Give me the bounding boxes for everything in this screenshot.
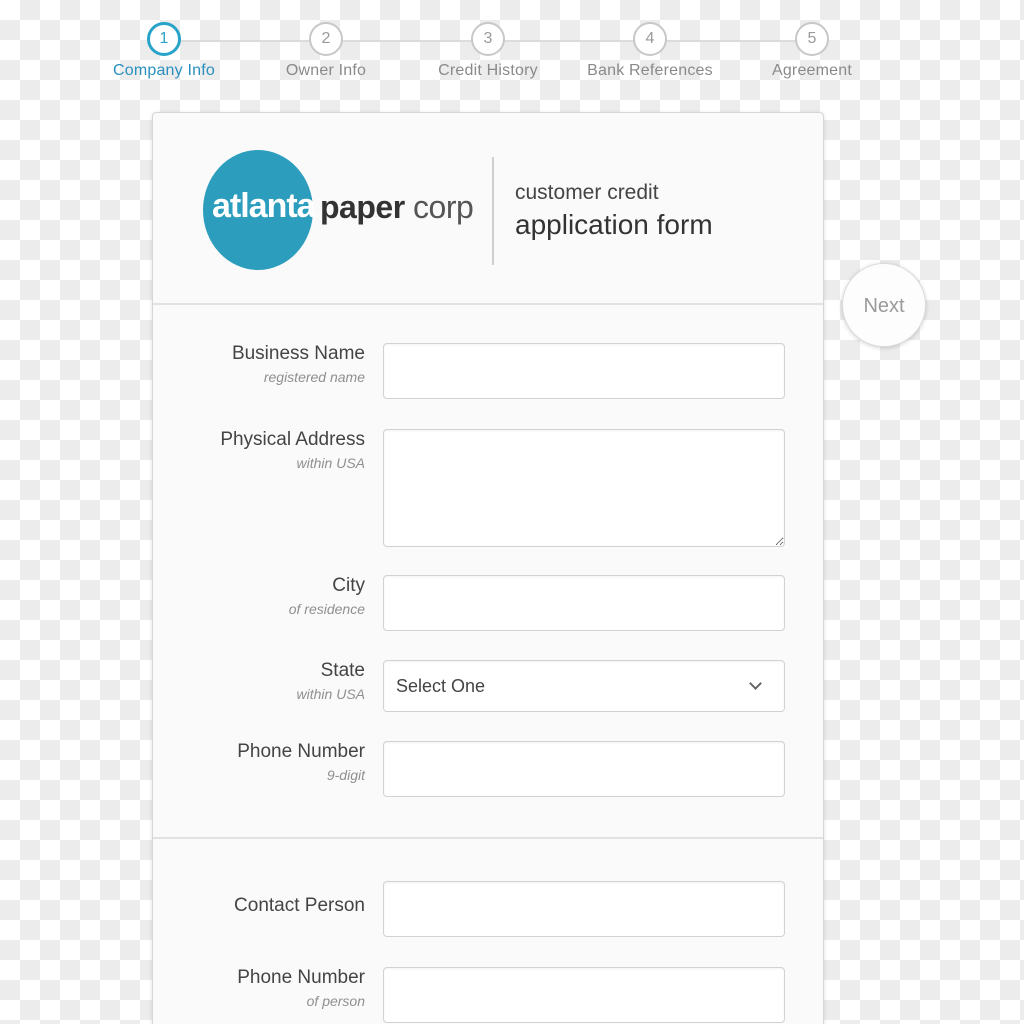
application-form-card: atlanta paper corp customer credit appli… — [152, 112, 824, 1024]
field-sublabel: of person — [306, 993, 365, 1009]
field-label: State — [320, 660, 365, 681]
logo-word-paper-corp: paper corp — [320, 189, 474, 226]
progress-stepper: 1 Company Info 2 Owner Info 3 Credit His… — [0, 0, 1024, 100]
field-label: Physical Address — [220, 429, 365, 450]
header-divider — [492, 157, 494, 265]
chevron-down-icon — [749, 677, 762, 690]
field-sublabel: of residence — [288, 601, 365, 617]
step-company-info[interactable]: 1 Company Info — [84, 22, 244, 80]
section-divider — [153, 837, 823, 839]
logo-word-corp: corp — [413, 189, 474, 225]
step-number-circle: 5 — [795, 22, 829, 56]
form-header: atlanta paper corp customer credit appli… — [153, 113, 823, 305]
contact-phone-label: Phone Number of person — [145, 967, 365, 1009]
step-number-circle: 4 — [633, 22, 667, 56]
form-title: application form — [515, 209, 713, 240]
field-sublabel: within USA — [296, 686, 365, 702]
contact-person-input[interactable] — [383, 881, 785, 937]
field-label: Contact Person — [234, 895, 365, 916]
step-label: Owner Info — [285, 62, 367, 79]
field-sublabel: 9-digit — [326, 767, 365, 783]
step-label: Agreement — [771, 62, 853, 79]
state-label: State within USA — [145, 660, 365, 702]
step-number-circle: 2 — [309, 22, 343, 56]
field-label: Phone Number — [237, 967, 365, 988]
step-label: Company Info — [112, 62, 215, 79]
step-label: Bank References — [587, 62, 713, 79]
physical-address-textarea[interactable] — [383, 429, 785, 547]
step-credit-history[interactable]: 3 Credit History — [408, 22, 568, 80]
step-bank-references[interactable]: 4 Bank References — [570, 22, 730, 80]
physical-address-label: Physical Address within USA — [145, 429, 365, 471]
step-owner-info[interactable]: 2 Owner Info — [246, 22, 406, 80]
next-button[interactable]: Next — [842, 263, 926, 347]
step-agreement[interactable]: 5 Agreement — [732, 22, 892, 80]
field-label: Business Name — [231, 343, 365, 364]
city-label: City of residence — [145, 575, 365, 617]
step-number-circle: 3 — [471, 22, 505, 56]
field-label: City — [332, 575, 365, 596]
business-name-input[interactable] — [383, 343, 785, 399]
contact-person-label: Contact Person — [145, 895, 365, 917]
form-subtitle: customer credit — [515, 181, 659, 204]
logo-word-atlanta: atlanta — [212, 187, 316, 225]
step-number-circle: 1 — [147, 22, 181, 56]
phone-number-input[interactable] — [383, 741, 785, 797]
field-sublabel: registered name — [263, 369, 365, 385]
business-name-label: Business Name registered name — [145, 343, 365, 385]
contact-phone-input[interactable] — [383, 967, 785, 1023]
state-select[interactable]: Select One — [383, 660, 785, 712]
field-sublabel: within USA — [296, 455, 365, 471]
field-label: Phone Number — [237, 741, 365, 762]
state-selected-value: Select One — [396, 675, 486, 696]
city-input[interactable] — [383, 575, 785, 631]
phone-number-label: Phone Number 9-digit — [145, 741, 365, 783]
logo-word-paper: paper — [320, 189, 405, 225]
step-label: Credit History — [438, 62, 538, 79]
